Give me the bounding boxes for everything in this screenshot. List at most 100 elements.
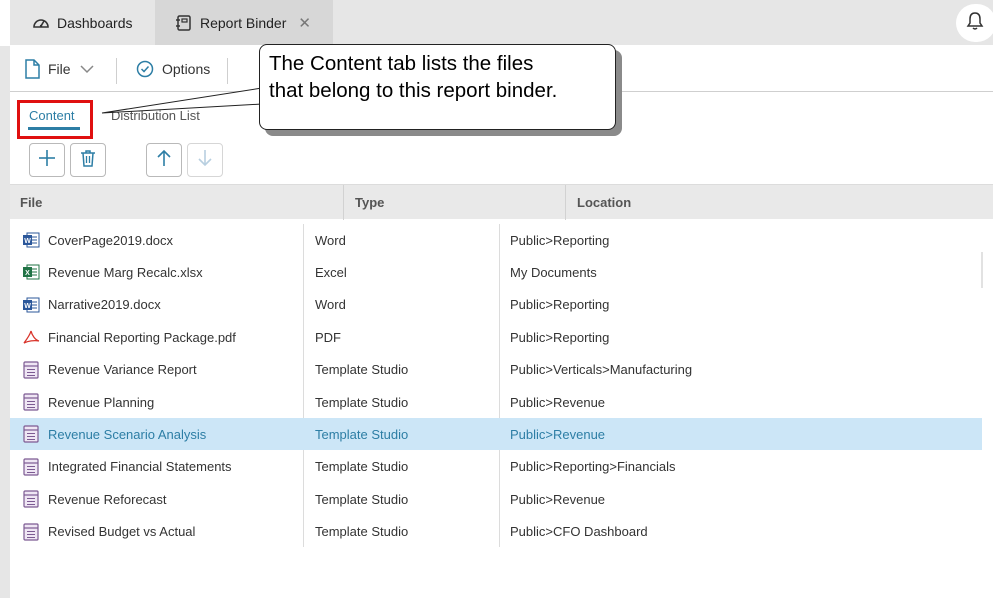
tab-strip: Dashboards Report Binder ✕ [0,0,993,46]
file-cell: Revenue Variance Report [22,354,197,386]
table-row[interactable]: Revised Budget vs Actual Template Studio P… [10,516,982,548]
table-row[interactable]: Revenue Reforecast Template Studio Public>… [10,483,982,515]
file-name: Revenue Variance Report [48,362,197,378]
table-row[interactable]: W CoverPage2019.docx Word Public>Reporting [10,224,982,256]
table-row[interactable]: Integrated Financial Statements Template … [10,451,982,483]
plus-icon [38,149,56,172]
table-row[interactable]: Revenue Scenario Analysis Template Studio… [10,418,982,451]
tab-report-binder-label: Report Binder [200,14,287,31]
excel-icon: X [22,264,42,280]
location-cell: Public>Reporting [510,297,610,313]
file-cell: Revenue Scenario Analysis [22,418,206,450]
tab-distribution-list[interactable]: Distribution List [111,108,200,123]
callout-text-line: The Content tab lists the files [269,52,534,75]
location-cell: Public>Verticals>Manufacturing [510,362,693,378]
check-circle-icon [136,60,154,78]
arrow-down-icon [197,149,213,172]
arrow-up-icon [156,149,172,172]
file-cell: Financial Reporting Package.pdf [22,321,236,353]
template-icon [22,425,42,443]
type-cell: Template Studio [315,491,409,507]
delete-button[interactable] [70,143,106,177]
location-cell: Public>Reporting [510,329,610,345]
file-cell: X Revenue Marg Recalc.xlsx [22,256,203,288]
table-row[interactable]: Revenue Planning Template Studio Public>Re… [10,386,982,418]
content-tab-highlight [17,100,93,139]
type-cell: Excel [315,264,347,280]
type-cell: Template Studio [315,426,409,442]
file-name: CoverPage2019.docx [48,232,174,248]
word-icon: W [22,297,42,313]
chevron-down-icon [80,61,94,77]
table-row[interactable]: Revenue Variance Report Template Studio Pu… [10,354,982,386]
trash-icon [80,149,96,172]
table-row[interactable]: X Revenue Marg Recalc.xlsx Excel My Documen… [10,256,982,288]
move-down-button[interactable] [187,143,223,177]
location-cell: Public>Revenue [510,394,606,410]
location-cell: Public>Reporting [510,232,610,248]
word-icon: W [22,232,42,248]
left-edge-bar [0,0,10,598]
type-cell: Template Studio [315,394,409,410]
file-menu-button[interactable]: File [24,46,94,92]
table-row[interactable]: Financial Reporting Package.pdf PDF Public… [10,321,982,353]
column-divider[interactable] [565,185,566,220]
file-icon [24,59,40,79]
file-menu-label: File [48,61,71,77]
file-cell: Revenue Planning [22,386,154,418]
options-button[interactable]: Options [136,46,210,92]
column-header-location[interactable]: Location [577,185,631,220]
template-icon [22,490,42,508]
file-name: Integrated Financial Statements [48,459,232,475]
template-icon [22,360,42,379]
type-cell: Template Studio [315,524,409,540]
type-cell: Template Studio [315,362,409,378]
binder-icon [175,14,193,32]
template-icon [22,393,42,411]
toolbar-divider [116,58,117,84]
location-cell: Public>CFO Dashboard [510,524,648,540]
add-button[interactable] [29,143,65,177]
tab-strip-filler [333,0,993,45]
template-icon [22,458,42,476]
type-cell: Template Studio [315,459,409,475]
gauge-icon [32,15,50,31]
template-icon [22,522,42,541]
column-divider[interactable] [343,185,344,220]
callout-text-line: that belong to this report binder. [269,79,558,102]
table-row[interactable]: W Narrative2019.docx Word Public>Reporting [10,289,982,321]
location-cell: Public>Reporting>Financials [510,459,676,475]
file-cell: W Narrative2019.docx [22,289,161,321]
callout-box: The Content tab lists the files that bel… [259,44,616,130]
column-header-type[interactable]: Type [355,185,384,220]
file-name: Revenue Planning [48,394,155,410]
notifications-button[interactable] [956,4,993,42]
bell-icon [966,11,984,36]
svg-text:X: X [25,270,30,277]
type-cell: PDF [315,329,341,345]
file-name: Financial Reporting Package.pdf [48,329,236,345]
close-icon[interactable]: ✕ [298,14,311,32]
file-cell: Integrated Financial Statements [22,451,232,483]
location-cell: Public>Revenue [510,491,606,507]
svg-text:W: W [24,303,31,310]
tab-dashboards[interactable]: Dashboards [10,0,155,45]
type-cell: Word [315,297,346,313]
toolbar-divider [227,58,228,84]
file-name: Revised Budget vs Actual [48,524,196,540]
file-cell: W CoverPage2019.docx [22,224,173,256]
file-name: Revenue Reforecast [48,491,167,507]
type-cell: Word [315,232,346,248]
pdf-icon [22,329,42,345]
options-label: Options [162,61,211,77]
tab-report-binder[interactable]: Report Binder ✕ [155,0,333,45]
file-name: Narrative2019.docx [48,297,161,313]
svg-text:W: W [24,238,31,245]
location-cell: Public>Revenue [510,426,606,442]
grid-header: File Type Location [10,184,993,220]
file-cell: Revised Budget vs Actual [22,516,195,548]
column-header-file[interactable]: File [20,185,42,220]
move-up-button[interactable] [146,143,182,177]
location-cell: My Documents [510,264,597,280]
file-name: Revenue Marg Recalc.xlsx [48,264,203,280]
